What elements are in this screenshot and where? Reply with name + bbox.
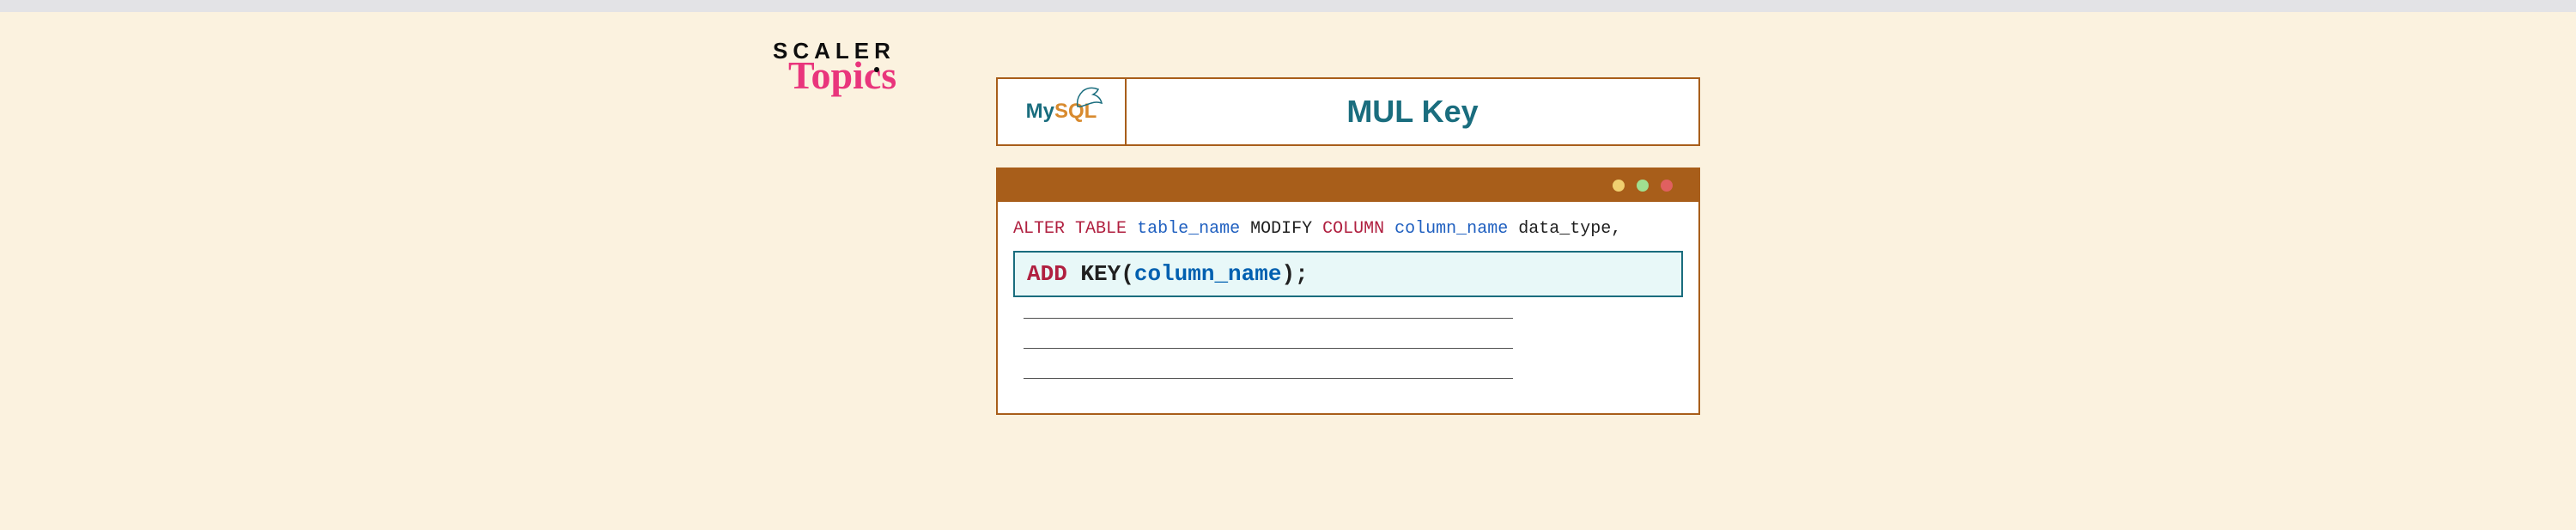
- comma: ,: [1611, 219, 1621, 239]
- close-paren-semicolon: );: [1281, 261, 1308, 287]
- mysql-logo-cell: MySQL: [998, 79, 1127, 144]
- mysql-my-text: My: [1026, 100, 1054, 123]
- scaler-topics-logo: SCALER Topics: [773, 38, 896, 98]
- code-body: ALTER TABLE table_name MODIFY COLUMN col…: [998, 202, 1698, 413]
- logo-topics-text: Topics: [788, 52, 896, 98]
- keyword-key-open: KEY(: [1080, 261, 1133, 287]
- code-window: ALTER TABLE table_name MODIFY COLUMN col…: [996, 168, 1700, 415]
- page-top-bar: [0, 0, 2576, 12]
- window-dot-maximize-icon: [1637, 180, 1649, 192]
- code-line-2: ADD KEY(column_name);: [1027, 261, 1669, 287]
- header-box: MySQL MUL Key: [996, 77, 1700, 146]
- title-cell: MUL Key: [1127, 79, 1698, 144]
- window-dot-minimize-icon: [1613, 180, 1625, 192]
- rule-line: [1024, 318, 1513, 319]
- code-line-1: ALTER TABLE table_name MODIFY COLUMN col…: [1013, 219, 1683, 239]
- keyword-modify: MODIFY: [1250, 219, 1312, 239]
- decorative-lines: [1013, 318, 1683, 379]
- window-title-bar: [998, 169, 1698, 202]
- identifier-table-name: table_name: [1137, 219, 1240, 239]
- highlight-box: ADD KEY(column_name);: [1013, 251, 1683, 297]
- keyword-add: ADD: [1027, 261, 1067, 287]
- keyword-column: COLUMN: [1322, 219, 1384, 239]
- rule-line: [1024, 348, 1513, 349]
- mysql-logo: MySQL: [1026, 100, 1097, 124]
- title-text: MUL Key: [1346, 94, 1478, 130]
- logo-dot: [874, 67, 879, 72]
- window-dot-close-icon: [1661, 180, 1673, 192]
- rule-line: [1024, 378, 1513, 379]
- identifier-column-name: column_name: [1394, 219, 1508, 239]
- keyword-alter: ALTER: [1013, 219, 1065, 239]
- keyword-table: TABLE: [1075, 219, 1127, 239]
- identifier-column-name-2: column_name: [1134, 261, 1282, 287]
- identifier-data-type: data_type: [1518, 219, 1611, 239]
- dolphin-icon: [1074, 84, 1103, 110]
